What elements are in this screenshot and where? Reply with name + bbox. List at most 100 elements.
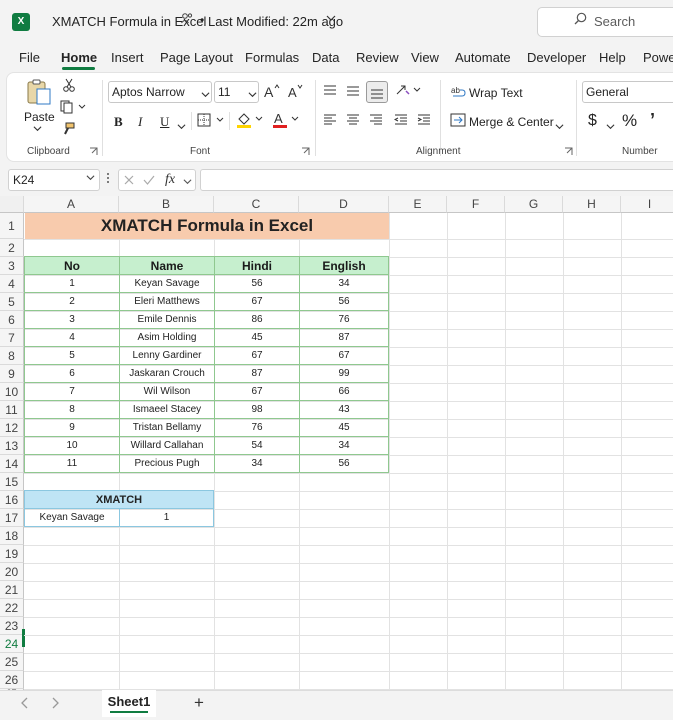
table-cell[interactable]: 10 [24, 436, 120, 455]
align-middle-icon[interactable] [346, 84, 360, 101]
table-cell[interactable]: 1 [24, 274, 120, 293]
cut-icon[interactable] [62, 78, 76, 95]
wrap-text-icon[interactable]: ab [451, 84, 467, 103]
add-sheet-button[interactable]: + [194, 693, 204, 713]
table-cell[interactable]: 87 [299, 328, 389, 347]
column-header-b[interactable]: B [119, 196, 214, 213]
paste-icon[interactable] [25, 78, 53, 109]
header-english[interactable]: English [299, 256, 389, 275]
table-cell[interactable]: 4 [24, 328, 120, 347]
row-header[interactable]: 15 [0, 473, 24, 491]
row-header[interactable]: 6 [0, 311, 24, 329]
table-cell[interactable]: 5 [24, 346, 120, 365]
align-center-icon[interactable] [346, 113, 360, 130]
table-cell[interactable]: 43 [299, 400, 389, 419]
table-cell[interactable]: 45 [299, 418, 389, 437]
fill-color-icon[interactable] [236, 111, 266, 132]
table-cell[interactable]: 6 [24, 364, 120, 383]
table-cell[interactable]: Precious Pugh [119, 454, 215, 473]
increase-indent-icon[interactable] [417, 113, 431, 130]
table-cell[interactable]: Keyan Savage [119, 274, 215, 293]
row-header[interactable]: 17 [0, 509, 24, 527]
table-cell[interactable]: 56 [299, 454, 389, 473]
row-header[interactable]: 24 [0, 635, 24, 653]
table-cell[interactable]: 11 [24, 454, 120, 473]
formula-input[interactable] [200, 169, 673, 191]
select-all-corner[interactable] [0, 196, 24, 213]
chevron-down-icon[interactable] [86, 173, 95, 185]
chevron-down-icon[interactable] [555, 118, 564, 134]
align-top-icon[interactable] [323, 84, 337, 101]
column-header-d[interactable]: D [299, 196, 389, 213]
column-header-c[interactable]: C [214, 196, 299, 213]
currency-icon[interactable]: $ [588, 112, 597, 130]
header-no[interactable]: No [24, 256, 120, 275]
font-launcher-icon[interactable] [301, 147, 310, 158]
row-header[interactable]: 3 [0, 257, 24, 275]
sheet-title-cell[interactable]: XMATCH Formula in Excel [25, 213, 389, 239]
chevron-right-icon[interactable] [50, 696, 60, 712]
table-cell[interactable]: 67 [214, 292, 300, 311]
percent-icon[interactable]: % [622, 111, 637, 131]
table-cell[interactable]: 34 [299, 274, 389, 293]
alignment-launcher-icon[interactable] [564, 147, 573, 158]
chevron-left-icon[interactable] [20, 696, 30, 712]
menu-automate[interactable]: Automate [455, 50, 511, 65]
row-header[interactable]: 19 [0, 545, 24, 563]
table-cell[interactable]: 99 [299, 364, 389, 383]
chevron-down-icon[interactable] [201, 86, 210, 102]
column-header-i[interactable]: I [621, 196, 673, 213]
table-cell[interactable]: 34 [299, 436, 389, 455]
bold-button[interactable]: B [114, 114, 123, 130]
table-cell[interactable]: Jaskaran Crouch [119, 364, 215, 383]
menu-home[interactable]: Home [61, 50, 97, 65]
table-cell[interactable]: 76 [299, 310, 389, 329]
table-cell[interactable]: Eleri Matthews [119, 292, 215, 311]
row-header[interactable]: 26 [0, 671, 24, 689]
menu-review[interactable]: Review [356, 50, 399, 65]
column-header-g[interactable]: G [505, 196, 563, 213]
clipboard-launcher-icon[interactable] [89, 147, 98, 158]
row-header[interactable]: 23 [0, 617, 24, 635]
align-right-icon[interactable] [369, 113, 383, 130]
row-header[interactable]: 12 [0, 419, 24, 437]
table-cell[interactable]: 56 [214, 274, 300, 293]
menu-developer[interactable]: Developer [527, 50, 586, 65]
table-cell[interactable]: 2 [24, 292, 120, 311]
table-cell[interactable]: Emile Dennis [119, 310, 215, 329]
table-cell[interactable]: 86 [214, 310, 300, 329]
row-header[interactable]: 18 [0, 527, 24, 545]
column-header-f[interactable]: F [447, 196, 505, 213]
underline-button[interactable]: U [160, 114, 169, 130]
row-header[interactable]: 9 [0, 365, 24, 383]
table-cell[interactable]: 67 [214, 346, 300, 365]
cancel-icon[interactable] [123, 174, 135, 186]
row-header[interactable]: 20 [0, 563, 24, 581]
row-header[interactable]: 11 [0, 401, 24, 419]
menu-help[interactable]: Help [599, 50, 626, 65]
table-cell[interactable]: 67 [214, 382, 300, 401]
increase-font-icon[interactable]: A [264, 83, 280, 102]
xmatch-result-cell[interactable]: 1 [119, 508, 214, 527]
paste-label[interactable]: Paste [24, 110, 55, 124]
enter-icon[interactable] [143, 174, 155, 186]
align-left-icon[interactable] [323, 113, 337, 130]
table-cell[interactable]: 67 [299, 346, 389, 365]
insert-function-button[interactable]: fx [165, 172, 175, 188]
number-format-select[interactable]: General [582, 81, 673, 103]
header-hindi[interactable]: Hindi [214, 256, 300, 275]
table-cell[interactable]: 3 [24, 310, 120, 329]
xmatch-lookup-cell[interactable]: Keyan Savage [24, 508, 120, 527]
decrease-indent-icon[interactable] [393, 113, 408, 130]
menu-insert[interactable]: Insert [111, 50, 144, 65]
table-cell[interactable]: 45 [214, 328, 300, 347]
orientation-icon[interactable] [395, 82, 423, 101]
row-header[interactable]: 8 [0, 347, 24, 365]
column-header-a[interactable]: A [24, 196, 119, 213]
table-cell[interactable]: 56 [299, 292, 389, 311]
table-cell[interactable]: 8 [24, 400, 120, 419]
italic-button[interactable]: I [138, 114, 142, 130]
table-cell[interactable]: 87 [214, 364, 300, 383]
merge-center-button[interactable]: Merge & Center [469, 115, 554, 129]
table-cell[interactable]: 66 [299, 382, 389, 401]
